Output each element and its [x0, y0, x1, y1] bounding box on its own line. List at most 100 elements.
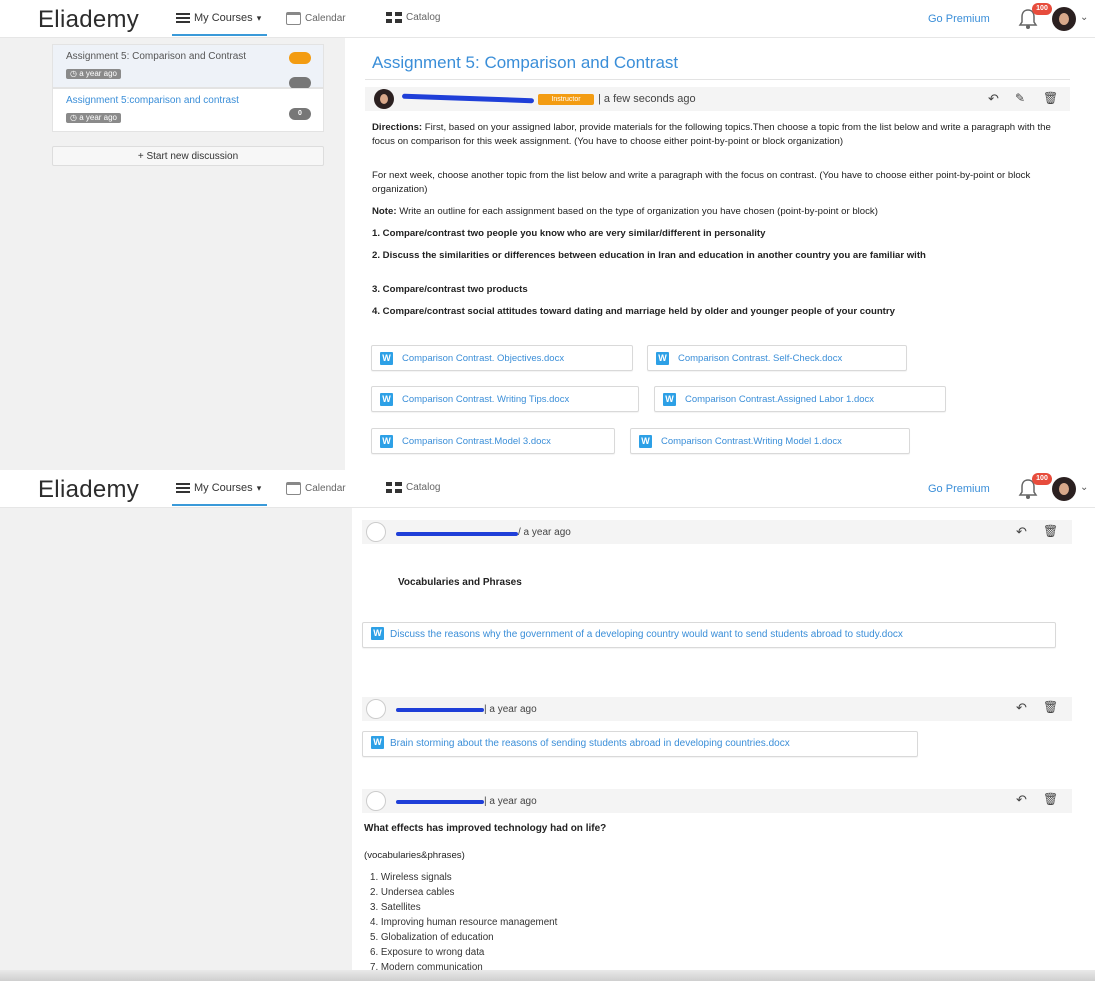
attachment-link[interactable]: W Comparison Contrast. Objectives.docx: [371, 345, 633, 371]
post-note: Note: Write an outline for each assignme…: [372, 206, 878, 217]
unread-badge: [289, 52, 311, 64]
discussion-title: Assignment 5: Comparison and Contrast: [66, 51, 247, 62]
brand-logo[interactable]: Eliademy: [38, 6, 139, 34]
edit-icon[interactable]: ✎: [1015, 91, 1025, 105]
calendar-link[interactable]: Calendar: [286, 12, 346, 25]
top-screenshot-panel: Eliademy My Courses ▾ Calendar Catalog G…: [0, 0, 1095, 470]
commenter-name-redacted: [396, 800, 484, 804]
comment-heading: Vocabularies and Phrases: [398, 577, 522, 588]
topic-item: 2. Discuss the similarities or differenc…: [372, 250, 926, 261]
catalog-label: Catalog: [406, 12, 441, 23]
reply-icon[interactable]: ↶: [988, 91, 999, 107]
reply-icon[interactable]: ↶: [1016, 792, 1027, 808]
catalog-link[interactable]: Catalog: [386, 12, 440, 23]
word-doc-icon: W: [371, 735, 384, 749]
attachment-link[interactable]: W Comparison Contrast.Model 3.docx: [371, 428, 615, 454]
word-doc-icon: W: [663, 392, 676, 406]
discussion-title: Assignment 5:comparison and contrast: [66, 95, 239, 106]
post-next-week: For next week, choose another topic from…: [372, 170, 1031, 195]
go-premium-link[interactable]: Go Premium: [928, 483, 990, 495]
calendar-label: Calendar: [305, 13, 346, 24]
chevron-down-icon: ▾: [256, 12, 262, 23]
attachment-link[interactable]: W Comparison Contrast.Assigned Labor 1.do…: [654, 386, 946, 412]
notification-badge: 100: [1032, 473, 1052, 485]
navbar: Eliademy My Courses ▾ Calendar Catalog G…: [0, 470, 1095, 508]
active-underline: [172, 34, 268, 36]
start-new-discussion-button[interactable]: + Start new discussion: [52, 146, 324, 166]
comment-timestamp: | a year ago: [484, 796, 537, 807]
word-doc-icon: W: [639, 434, 652, 448]
my-courses-label: My Courses: [194, 482, 253, 494]
topic-item: 3. Compare/contrast two products: [372, 284, 528, 295]
discussion-list: Assignment 5: Comparison and Contrast ◷ …: [52, 44, 324, 132]
calendar-icon: [286, 482, 301, 495]
reply-icon[interactable]: ↶: [1016, 524, 1027, 540]
list-item: 6. Exposure to wrong data: [370, 947, 485, 958]
my-courses-menu[interactable]: My Courses ▾: [172, 482, 268, 506]
attachment-link[interactable]: W Comparison Contrast. Writing Tips.docx: [371, 386, 639, 412]
divider: [365, 79, 1070, 80]
brand-logo[interactable]: Eliademy: [38, 476, 139, 504]
notification-badge: 100: [1032, 3, 1052, 15]
active-underline: [172, 504, 268, 506]
word-doc-icon: W: [371, 626, 384, 640]
chevron-down-icon: ▾: [256, 482, 262, 493]
grid-icon: [386, 482, 402, 493]
post-directions: Directions: First, based on your assigne…: [372, 122, 1051, 147]
author-avatar: [374, 89, 394, 109]
window-bottom-edge: [0, 970, 1095, 981]
list-item: 1. Wireless signals: [370, 872, 452, 883]
user-avatar[interactable]: [1052, 7, 1076, 31]
word-doc-icon: W: [656, 351, 669, 365]
list-item: 5. Globalization of education: [370, 932, 494, 943]
trash-icon[interactable]: 🗑: [1043, 792, 1058, 806]
commenter-avatar: [366, 791, 386, 811]
calendar-icon: [286, 12, 301, 25]
comment-timestamp: / a year ago: [518, 527, 571, 538]
trash-icon[interactable]: 🗑: [1043, 524, 1058, 538]
chevron-down-icon[interactable]: ⌄: [1080, 12, 1088, 23]
trash-icon[interactable]: 🗑: [1043, 700, 1058, 714]
attachment-link[interactable]: W Brain storming about the reasons of sen…: [362, 731, 918, 757]
instructor-badge: Instructor: [538, 94, 594, 105]
attachment-link[interactable]: W Discuss the reasons why the government …: [362, 622, 1056, 648]
word-doc-icon: W: [380, 351, 393, 365]
vocabulary-list: 1. Wireless signals 2. Undersea cables 3…: [370, 870, 557, 975]
attachment-link[interactable]: W Comparison Contrast.Writing Model 1.doc…: [630, 428, 910, 454]
commenter-name-redacted: [396, 708, 484, 712]
list-item: 3. Satellites: [370, 902, 421, 913]
navbar: Eliademy My Courses ▾ Calendar Catalog G…: [0, 0, 1095, 38]
commenter-avatar: [366, 522, 386, 542]
word-doc-icon: W: [380, 434, 393, 448]
discussion-item[interactable]: Assignment 5: Comparison and Contrast ◷ …: [52, 44, 324, 89]
attachment-link[interactable]: W Comparison Contrast. Self-Check.docx: [647, 345, 907, 371]
my-courses-label: My Courses: [194, 12, 253, 24]
word-doc-icon: W: [380, 392, 393, 406]
grid-icon: [386, 12, 402, 23]
reply-count-badge: 0: [289, 108, 311, 120]
reply-icon[interactable]: ↶: [1016, 700, 1027, 716]
comment-subtitle: (vocabularies&phrases): [364, 850, 465, 861]
catalog-label: Catalog: [406, 482, 441, 493]
menu-icon: [176, 483, 190, 493]
comment-question: What effects has improved technology had…: [364, 823, 607, 834]
calendar-link[interactable]: Calendar: [286, 482, 346, 495]
trash-icon[interactable]: 🗑: [1043, 91, 1058, 105]
calendar-label: Calendar: [305, 483, 346, 494]
commenter-avatar: [366, 699, 386, 719]
sidebar-background: [0, 508, 352, 981]
post-timestamp: | a few seconds ago: [598, 93, 696, 105]
go-premium-link[interactable]: Go Premium: [928, 13, 990, 25]
chevron-down-icon[interactable]: ⌄: [1080, 482, 1088, 493]
list-item: 4. Improving human resource management: [370, 917, 558, 928]
comment-timestamp: | a year ago: [484, 704, 537, 715]
discussion-item[interactable]: Assignment 5:comparison and contrast ◷ a…: [52, 88, 324, 132]
list-item: 2. Undersea cables: [370, 887, 455, 898]
user-avatar[interactable]: [1052, 477, 1076, 501]
catalog-link[interactable]: Catalog: [386, 482, 440, 493]
topic-item: 4. Compare/contrast social attitudes tow…: [372, 306, 895, 317]
commenter-name-redacted: [396, 532, 518, 536]
my-courses-menu[interactable]: My Courses ▾: [172, 12, 268, 36]
menu-icon: [176, 13, 190, 23]
topic-item: 1. Compare/contrast two people you know …: [372, 228, 766, 239]
